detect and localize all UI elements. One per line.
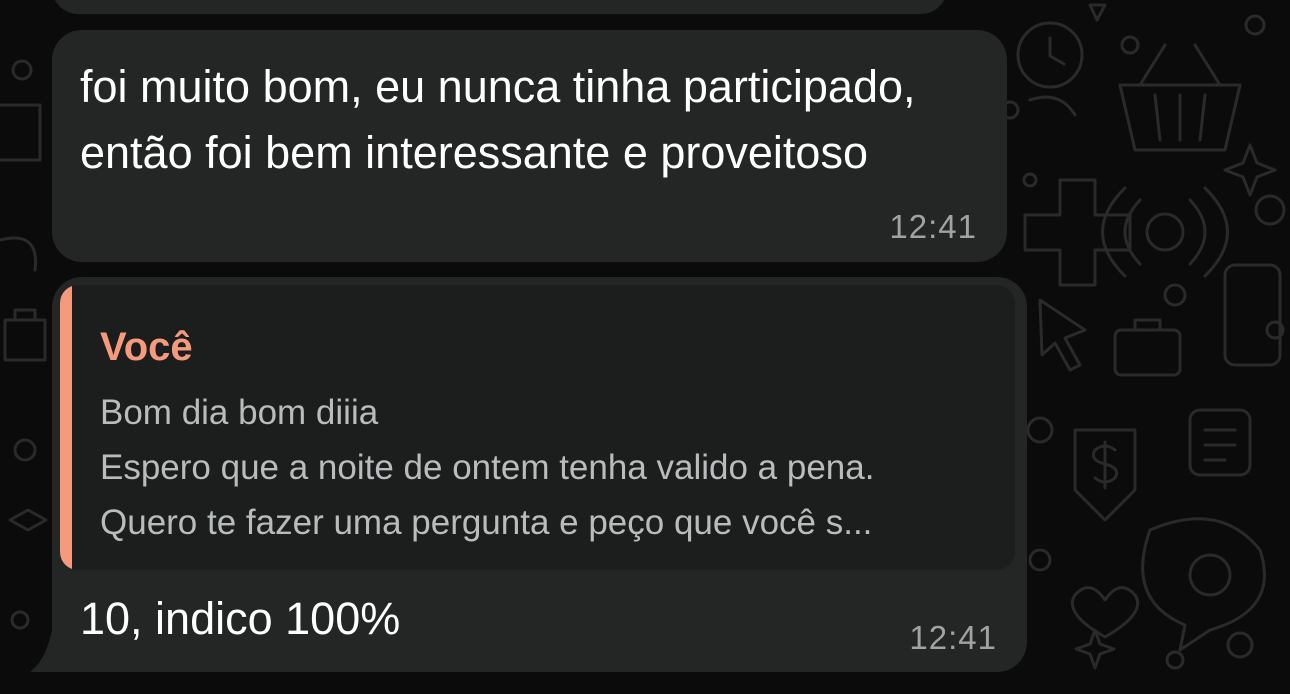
- quoted-text-line: Bom dia bom diiia: [100, 393, 379, 432]
- message-text: foi muito bom, eu nunca tinha participad…: [80, 61, 916, 178]
- previous-message-bubble: [52, 0, 947, 14]
- message-timestamp: 12:41: [909, 619, 997, 656]
- quoted-message[interactable]: Você Bom dia bom diiia Espero que a noit…: [60, 285, 1015, 570]
- reply-message-bubble[interactable]: Você Bom dia bom diiia Espero que a noit…: [52, 277, 1027, 672]
- message-text: 10, indico 100%: [80, 593, 401, 644]
- quoted-text-line: Espero que a noite de ontem tenha valido…: [100, 448, 875, 487]
- quoted-author: Você: [100, 325, 193, 369]
- message-bubble[interactable]: foi muito bom, eu nunca tinha participad…: [52, 30, 1007, 262]
- quote-accent-bar: [60, 285, 72, 570]
- message-timestamp: 12:41: [889, 208, 977, 245]
- chat-view[interactable]: foi muito bom, eu nunca tinha participad…: [0, 0, 1290, 694]
- quoted-text-line: Quero te fazer uma pergunta e peço que v…: [100, 503, 873, 542]
